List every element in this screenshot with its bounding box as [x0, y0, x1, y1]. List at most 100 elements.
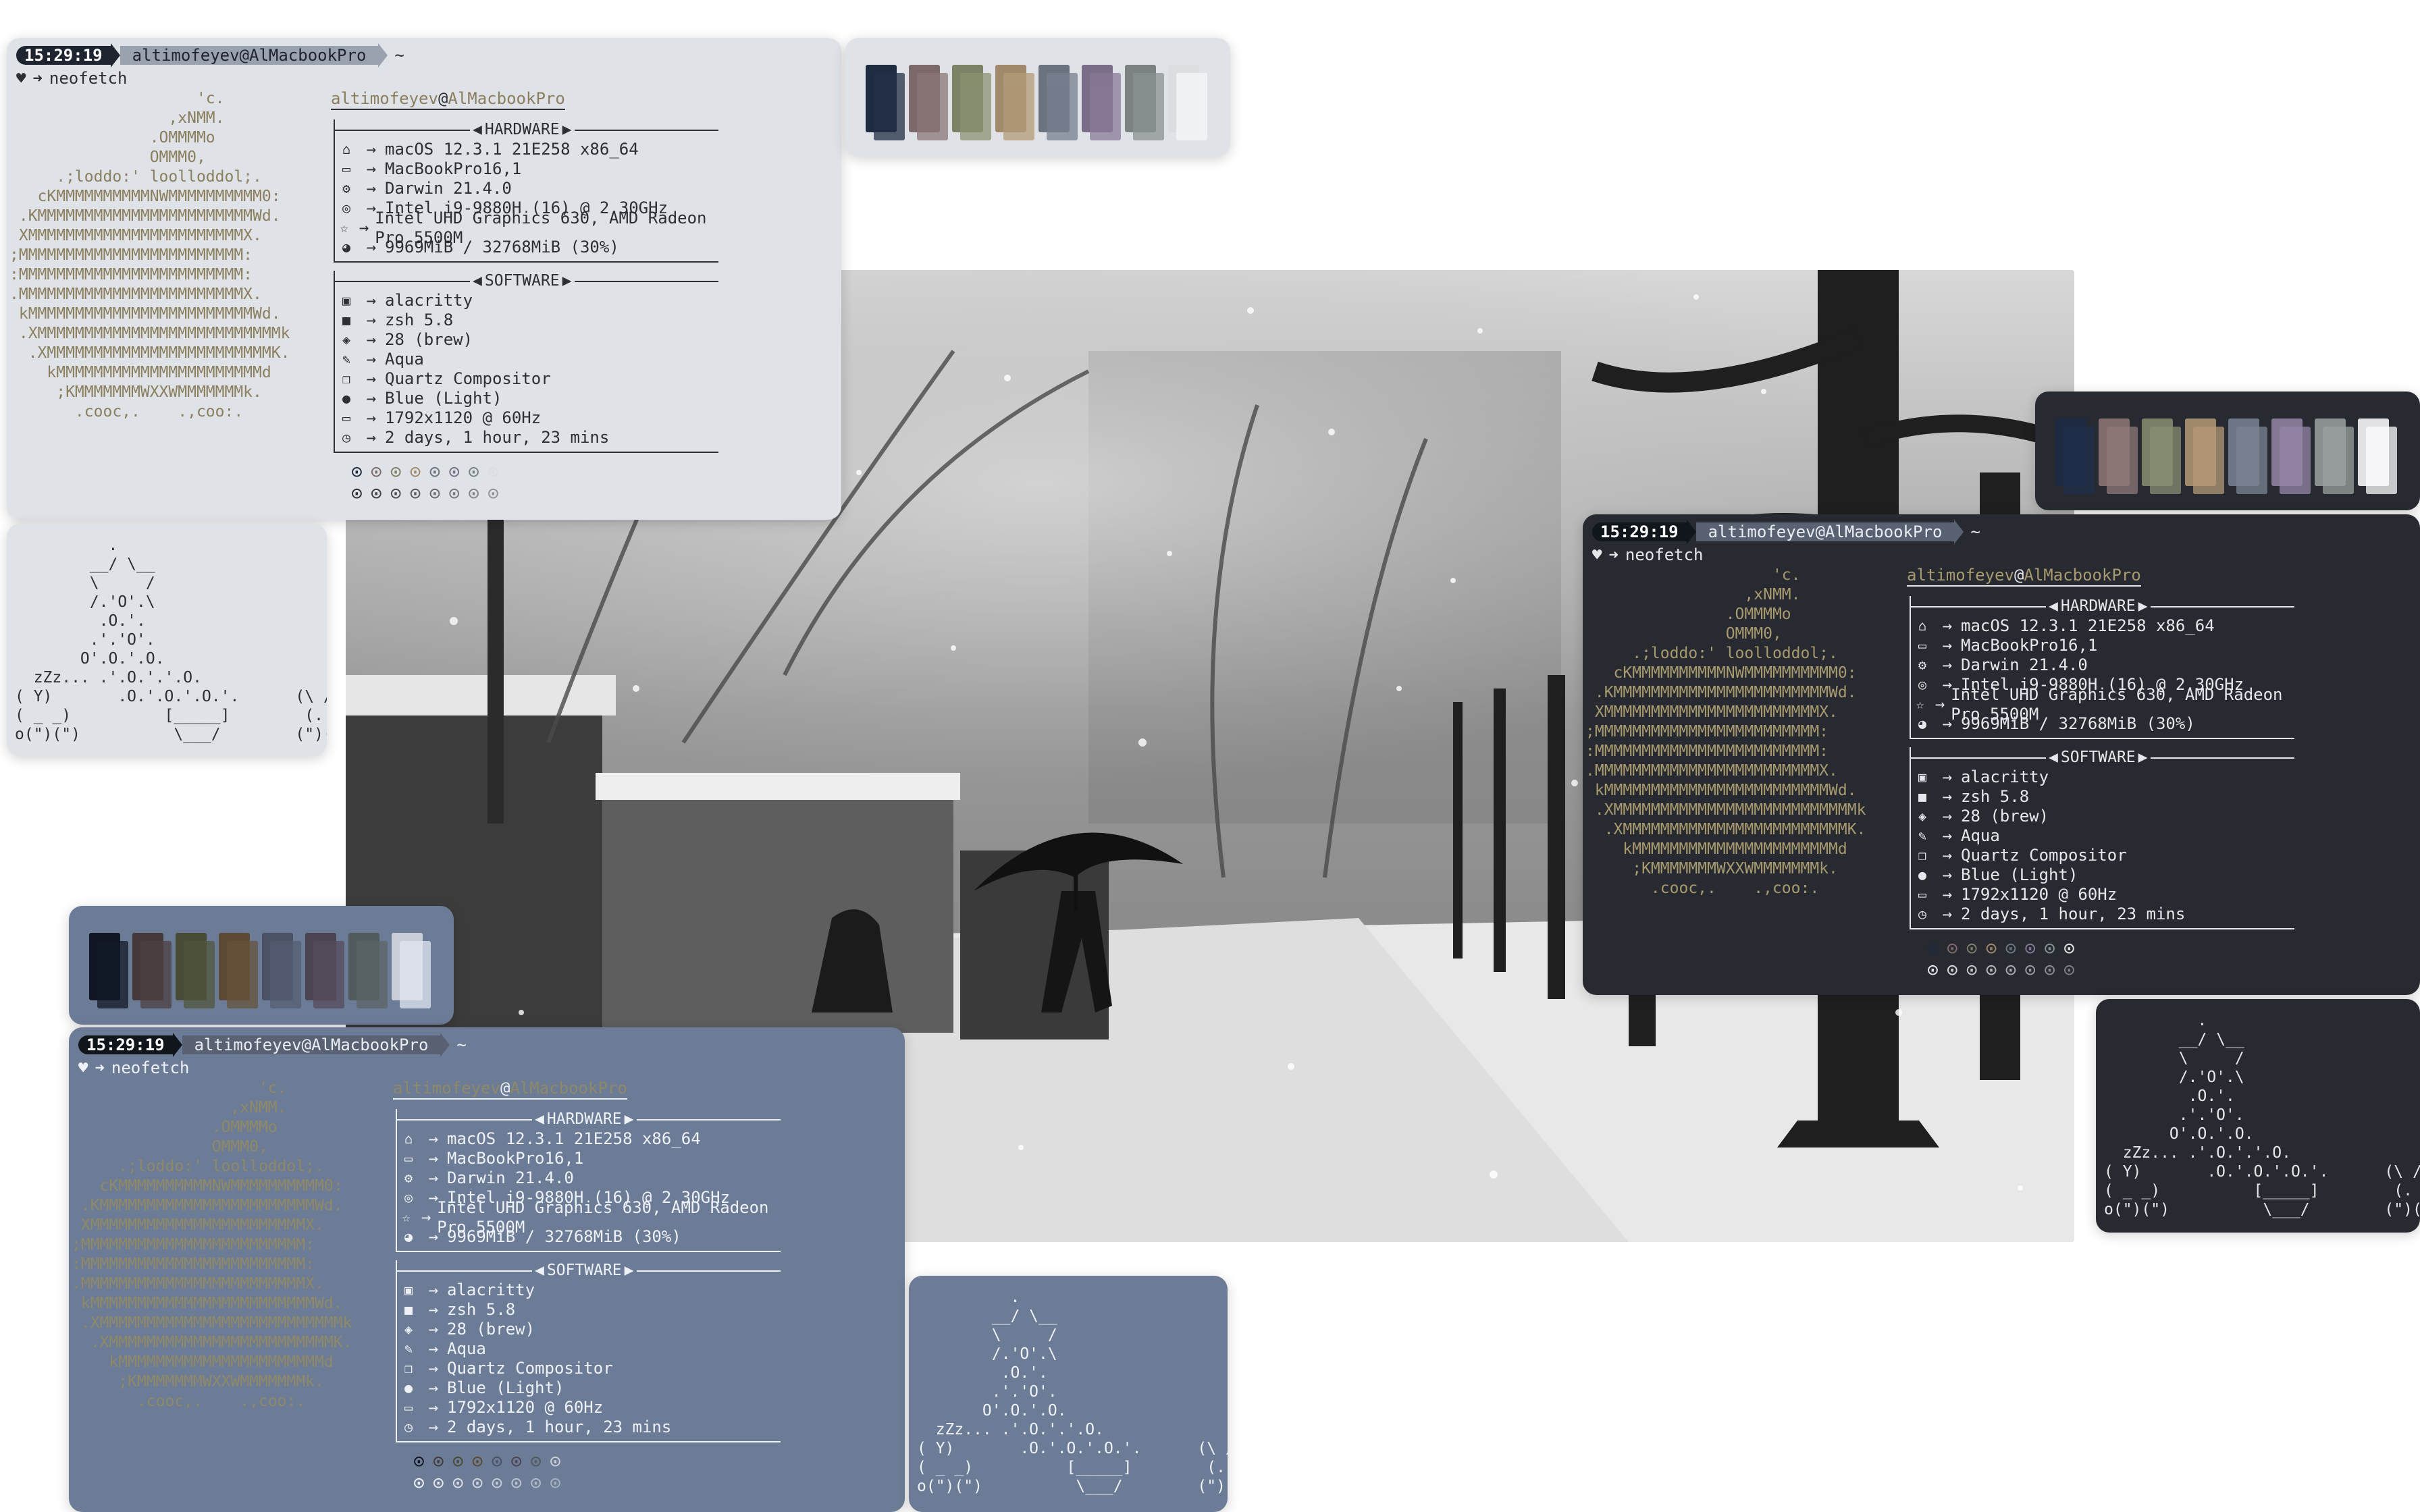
logo-line: kMMMMMMMMMMMMMMMMMMMMMMd — [72, 1353, 334, 1371]
ascii-art-tree: . __/ \__ \ / /.'O'.\ .O.'. .'.'O'. O'.O… — [7, 524, 327, 756]
ascii-line: \ / — [2104, 1050, 2244, 1067]
terminal-window-blue[interactable]: 15:29:19 altimofeyev@ AlMacbookPro ~ ♥ ➜ neofe… — [69, 1027, 905, 1512]
ascii-line: .O.'. — [2104, 1087, 2235, 1105]
color-dot-icon: ⊙ — [2044, 959, 2056, 981]
logo-line: kMMMMMMMMMMMMMMMMMMMMMMMMWd. — [1585, 782, 1857, 799]
command-text: neofetch — [49, 69, 128, 88]
terminal-window-dark[interactable]: 15:29:19 altimofeyev@AlMacbookPro ~ ♥ ➜ neofe… — [1583, 514, 2420, 995]
software-value: 28 (brew) — [447, 1320, 535, 1339]
software-header: ◀ SOFTWARE ▶ — [397, 1260, 781, 1280]
hardware-label: HARDWARE — [546, 1110, 622, 1128]
prompt-at: @ — [239, 46, 249, 65]
arrow-icon: → — [428, 1398, 439, 1417]
color-dots: ⊙ ⊙ ⊙ ⊙ ⊙ ⊙ ⊙ ⊙ ⊙ ⊙ ⊙ ⊙ ⊙ ⊙ ⊙ ⊙ — [351, 461, 718, 504]
color-dot-icon: ⊙ — [370, 482, 382, 504]
command-line[interactable]: ♥ ➜ neofetch — [1592, 545, 2420, 564]
command-line[interactable]: ♥ ➜ neofetch — [78, 1058, 905, 1077]
prompt-dir: ~ — [456, 1035, 467, 1054]
color-dot-icon: ⊙ — [432, 1472, 444, 1494]
color-swatch — [305, 933, 336, 1000]
software-row: ◈ → 28 (brew) — [397, 1320, 781, 1339]
gear-icon: ⚙ — [404, 1170, 413, 1186]
color-swatch — [866, 65, 897, 132]
laptop-icon: ▭ — [1918, 637, 1927, 653]
logo-line: .MMMMMMMMMMMMMMMMMMMMMMMMX. — [9, 286, 262, 303]
logo-line: .XMMMMMMMMMMMMMMMMMMMMMMMMMMk — [9, 325, 290, 342]
info-at: @ — [500, 1079, 510, 1098]
color-dot-icon: ⊙ — [429, 460, 441, 483]
software-row: ✎ → Aqua — [1911, 826, 2294, 846]
ascii-line: __/ \__ — [2104, 1031, 2244, 1048]
color-swatch — [1125, 65, 1156, 132]
arrow-icon: → — [1935, 695, 1945, 713]
color-dot-icon: ⊙ — [432, 1450, 444, 1472]
color-dot-row: ⊙ ⊙ ⊙ ⊙ ⊙ ⊙ ⊙ ⊙ — [351, 461, 718, 483]
logo-line: .OMMMMo — [72, 1118, 278, 1136]
header-right-arrow-icon: ▶ — [624, 1261, 634, 1279]
palette-window-blue — [69, 906, 454, 1025]
hardware-value: Darwin 21.4.0 — [447, 1168, 574, 1187]
info-user: altimofeyev — [393, 1079, 500, 1098]
hardware-row: ▭ → MacBookPro16,1 — [397, 1149, 781, 1168]
ascii-art-tree: . __/ \__ \ / /.'O'.\ .O.'. .'.'O'. O'.O… — [909, 1276, 1228, 1508]
software-row: ◷ → 2 days, 1 hour, 23 mins — [335, 428, 718, 448]
prompt-separator-icon — [378, 43, 388, 68]
software-row: ▣ → alacritty — [335, 291, 718, 310]
logo-line: cKMMMMMMMMMMNWMMMMMMMMMM0: — [1585, 664, 1857, 682]
gear-icon: ⚙ — [1918, 657, 1927, 673]
color-dot-icon: ⊙ — [1927, 959, 1939, 981]
ascii-line: ( Y) .O.'.O.'.O.'. (\ /) — [2104, 1163, 2420, 1181]
prompt-separator-icon — [440, 1033, 450, 1057]
arrow-icon: → — [1942, 826, 1953, 845]
ascii-line: __/ \__ — [15, 556, 155, 573]
palette-window-light — [845, 38, 1230, 157]
color-dot-icon: ⊙ — [468, 460, 480, 483]
software-value: Aqua — [447, 1339, 486, 1358]
ascii-line: __/ \__ — [917, 1307, 1057, 1325]
hardware-value: 9969MiB / 32768MiB (30%) — [385, 238, 619, 256]
software-value: Quartz Compositor — [1961, 846, 2127, 865]
header-left-arrow-icon: ◀ — [473, 120, 482, 138]
hardware-value: macOS 12.3.1 21E258 x86_64 — [385, 140, 639, 159]
home-icon: ⌂ — [404, 1131, 413, 1147]
arrow-icon: → — [428, 1300, 439, 1319]
logo-line: ;KMMMMMMMWXXWMMMMMMMk. — [72, 1373, 324, 1390]
software-header: ◀ SOFTWARE ▶ — [1911, 747, 2294, 767]
ascii-line: zZz... .'.O.'.'.O. — [15, 669, 202, 686]
logo-line: .KMMMMMMMMMMMMMMMMMMMMMMMWd. — [9, 207, 281, 225]
ascii-line: .'.'O'. — [2104, 1106, 2244, 1124]
arrow-icon: → — [1942, 787, 1953, 806]
color-dot-icon: ⊙ — [530, 1450, 542, 1472]
star-icon: ☆ — [402, 1209, 411, 1225]
arrow-icon: → — [366, 350, 377, 369]
color-dot-row: ⊙ ⊙ ⊙ ⊙ ⊙ ⊙ ⊙ ⊙ — [413, 1451, 781, 1472]
software-value: 2 days, 1 hour, 23 mins — [385, 428, 610, 447]
ascii-line: ( _ _) [_____] (. . ) — [2104, 1182, 2420, 1199]
software-value: 1792x1120 @ 60Hz — [385, 408, 542, 427]
command-line[interactable]: ♥ ➜ neofetch — [16, 69, 841, 88]
ascii-art-tree: . __/ \__ \ / /.'O'.\ .O.'. .'.'O'. O'.O… — [2096, 999, 2420, 1231]
arrow-icon: → — [421, 1208, 431, 1226]
info-title: altimofeyev@AlMacbookPro — [1907, 566, 2141, 587]
prompt-host: AlMacbookPro — [1825, 522, 1943, 541]
info-title: altimofeyev@AlMacbookPro — [331, 89, 565, 110]
apple-ascii-logo: 'c. ,xNMM. .OMMMMo OMMM0, .;loddo:' lool… — [7, 89, 324, 504]
terminal-window-light[interactable]: 15:29:19 altimofeyev@AlMacbookPro ~ ♥ ➜ neofe… — [7, 38, 841, 520]
software-row: ◷ → 2 days, 1 hour, 23 mins — [397, 1418, 781, 1437]
pie-chart-icon: ◕ — [1918, 716, 1927, 732]
software-value: 28 (brew) — [1961, 807, 2049, 826]
color-swatch — [1038, 65, 1070, 132]
color-dot-icon: ⊙ — [1985, 959, 1997, 981]
color-dot-icon: ⊙ — [510, 1450, 523, 1472]
prompt-time: 15:29:19 — [78, 1035, 173, 1054]
color-dot-icon: ⊙ — [351, 482, 363, 504]
color-dot-icon: ⊙ — [2024, 937, 2036, 959]
prompt-host: AlMacbookPro — [311, 1035, 429, 1054]
color-swatch — [89, 933, 120, 1000]
package-icon: ◈ — [1918, 808, 1927, 824]
prompt-at: @ — [1815, 522, 1825, 541]
arrow-icon: → — [366, 159, 377, 178]
hardware-row: ▭ → MacBookPro16,1 — [335, 159, 718, 179]
software-value: Blue (Light) — [447, 1378, 564, 1397]
software-label: SOFTWARE — [484, 271, 560, 290]
